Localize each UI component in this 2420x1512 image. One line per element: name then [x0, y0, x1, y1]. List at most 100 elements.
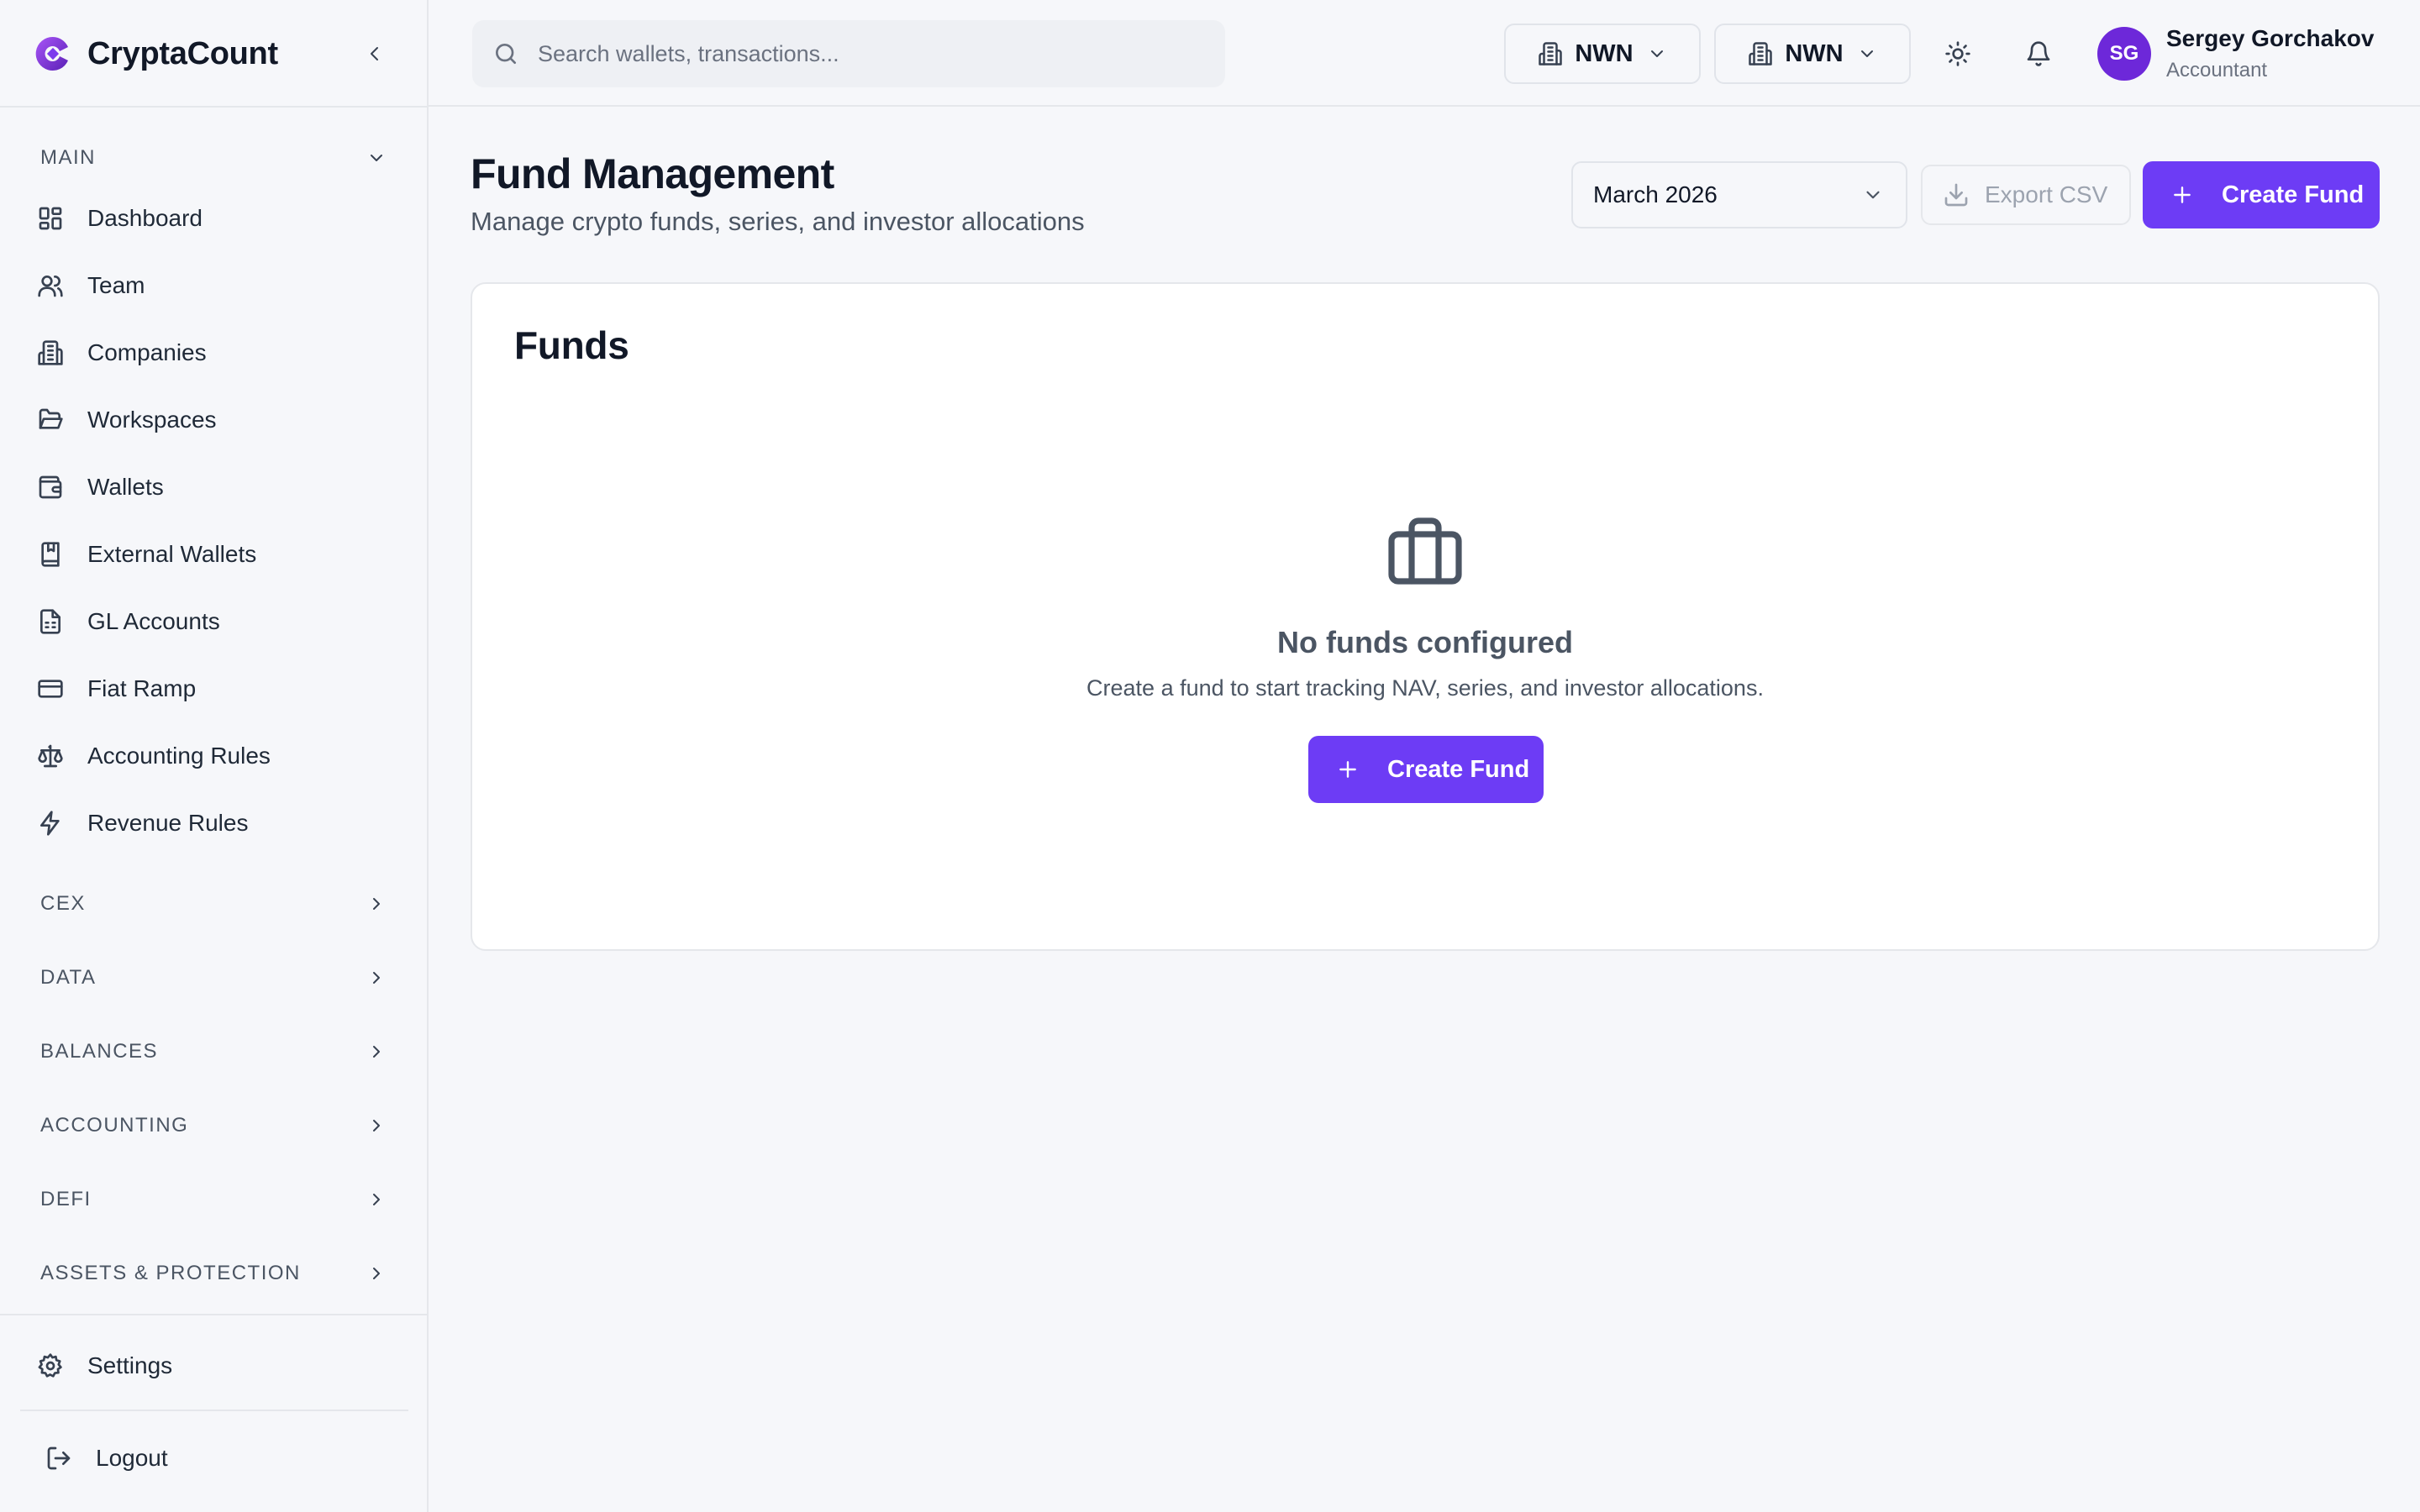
sidebar-item-label: Accounting Rules [87, 743, 271, 769]
sidebar-item-fiat-ramp[interactable]: Fiat Ramp [34, 664, 395, 714]
logout-icon [42, 1441, 76, 1475]
sidebar-item-label: Workspaces [87, 407, 217, 433]
sidebar-item-external-wallets[interactable]: External Wallets [34, 529, 395, 580]
search-input[interactable] [536, 39, 1178, 68]
section-balances[interactable]: BALANCES [40, 1033, 387, 1070]
divider [0, 106, 427, 108]
section-main[interactable]: MAIN [40, 139, 387, 176]
section-label: BALANCES [40, 1040, 159, 1063]
user-role: Accountant [2166, 59, 2268, 81]
create-fund-label: Create Fund [1387, 755, 1530, 783]
section-data[interactable]: DATA [40, 959, 387, 996]
empty-state-description: Create a fund to start tracking NAV, ser… [1086, 675, 1764, 701]
plus-icon [1337, 759, 1359, 780]
scale-icon [34, 739, 67, 773]
sidebar-item-label: External Wallets [87, 541, 257, 567]
sidebar: CryptaCount MAIN Dashboard Team Companie… [0, 0, 429, 1512]
chevron-down-icon [1647, 44, 1667, 64]
top-bar: NWN NWN SG Sergey Gorchakov Accountant [429, 0, 2420, 107]
divider [0, 1314, 427, 1315]
download-icon [1943, 181, 1970, 208]
logo-icon [34, 34, 72, 73]
section-label: DATA [40, 966, 97, 989]
section-defi[interactable]: DEFI [40, 1181, 387, 1218]
sidebar-item-wallets[interactable]: Wallets [34, 462, 395, 512]
logout-label: Logout [96, 1445, 168, 1471]
section-label: MAIN [40, 146, 96, 169]
section-label: DEFI [40, 1188, 92, 1210]
sun-icon [1944, 40, 1971, 67]
funds-card: Funds No funds configured Create a fund … [471, 282, 2380, 951]
card-title: Funds [514, 323, 629, 367]
sidebar-item-settings[interactable]: Settings [34, 1341, 395, 1391]
export-csv-label: Export CSV [1985, 181, 2108, 207]
user-name[interactable]: Sergey Gorchakov [2166, 25, 2374, 52]
plus-icon [2171, 184, 2193, 206]
card-icon [34, 672, 67, 706]
org-selector-1[interactable]: NWN [1504, 24, 1701, 84]
org-selector-2[interactable]: NWN [1714, 24, 1911, 84]
sidebar-item-gl-accounts[interactable]: GL Accounts [34, 596, 395, 647]
sidebar-item-label: Revenue Rules [87, 810, 249, 836]
create-fund-label: Create Fund [2222, 181, 2365, 208]
org-selector-label: NWN [1785, 39, 1844, 67]
brand-name: CryptaCount [87, 35, 278, 71]
sidebar-item-label: Dashboard [87, 205, 203, 231]
section-label: ACCOUNTING [40, 1114, 189, 1137]
create-fund-button[interactable]: Create Fund [2143, 161, 2380, 228]
section-accounting[interactable]: ACCOUNTING [40, 1107, 387, 1144]
wallet-icon [34, 470, 67, 504]
sidebar-item-dashboard[interactable]: Dashboard [34, 193, 395, 244]
chevron-left-icon [365, 44, 385, 64]
theme-toggle-button[interactable] [1941, 37, 1975, 71]
search-box[interactable] [472, 20, 1225, 87]
avatar[interactable]: SG [2097, 27, 2151, 81]
book-icon [34, 538, 67, 571]
section-label: ASSETS & PROTECTION [40, 1262, 301, 1284]
sidebar-item-label: Fiat Ramp [87, 675, 197, 701]
collapse-sidebar-button[interactable] [361, 37, 388, 71]
building-icon [34, 336, 67, 370]
chevron-right-icon [366, 1189, 387, 1210]
month-select[interactable]: March 2026 [1571, 161, 1907, 228]
sidebar-item-label: GL Accounts [87, 608, 220, 634]
sidebar-item-label: Wallets [87, 474, 164, 500]
chevron-down-icon [1862, 184, 1884, 206]
building-icon [1538, 41, 1563, 66]
chevron-right-icon [366, 968, 387, 988]
sidebar-item-companies[interactable]: Companies [34, 328, 395, 378]
chevron-right-icon [366, 894, 387, 914]
team-icon [34, 269, 67, 302]
bell-icon [2025, 40, 2052, 67]
search-icon [492, 40, 519, 67]
chevron-right-icon [366, 1042, 387, 1062]
sidebar-item-accounting-rules[interactable]: Accounting Rules [34, 731, 395, 781]
section-label: CEX [40, 892, 86, 915]
section-cex[interactable]: CEX [40, 885, 387, 922]
sidebar-item-label: Companies [87, 339, 207, 365]
folder-icon [34, 403, 67, 437]
sidebar-item-revenue-rules[interactable]: Revenue Rules [34, 798, 395, 848]
building-icon [1748, 41, 1773, 66]
org-selector-label: NWN [1575, 39, 1634, 67]
logout-button[interactable]: Logout [42, 1433, 403, 1483]
brand[interactable]: CryptaCount [34, 30, 278, 77]
gear-icon [34, 1349, 67, 1383]
chevron-right-icon [366, 1116, 387, 1136]
chevron-right-icon [366, 1263, 387, 1284]
export-csv-button[interactable]: Export CSV [1921, 165, 2131, 225]
month-select-value: March 2026 [1593, 181, 1718, 207]
divider [20, 1410, 408, 1411]
sidebar-item-label: Team [87, 272, 145, 298]
empty-state-title: No funds configured [1277, 625, 1573, 659]
section-assets-protection[interactable]: ASSETS & PROTECTION [40, 1255, 387, 1292]
file-icon [34, 605, 67, 638]
notifications-button[interactable] [2022, 37, 2055, 71]
create-fund-empty-button[interactable]: Create Fund [1308, 736, 1544, 803]
dashboard-icon [34, 202, 67, 235]
sidebar-item-workspaces[interactable]: Workspaces [34, 395, 395, 445]
sidebar-item-team[interactable]: Team [34, 260, 395, 311]
chevron-down-icon [1857, 44, 1877, 64]
page-subtitle: Manage crypto funds, series, and investo… [471, 207, 1085, 236]
chevron-down-icon [366, 148, 387, 168]
